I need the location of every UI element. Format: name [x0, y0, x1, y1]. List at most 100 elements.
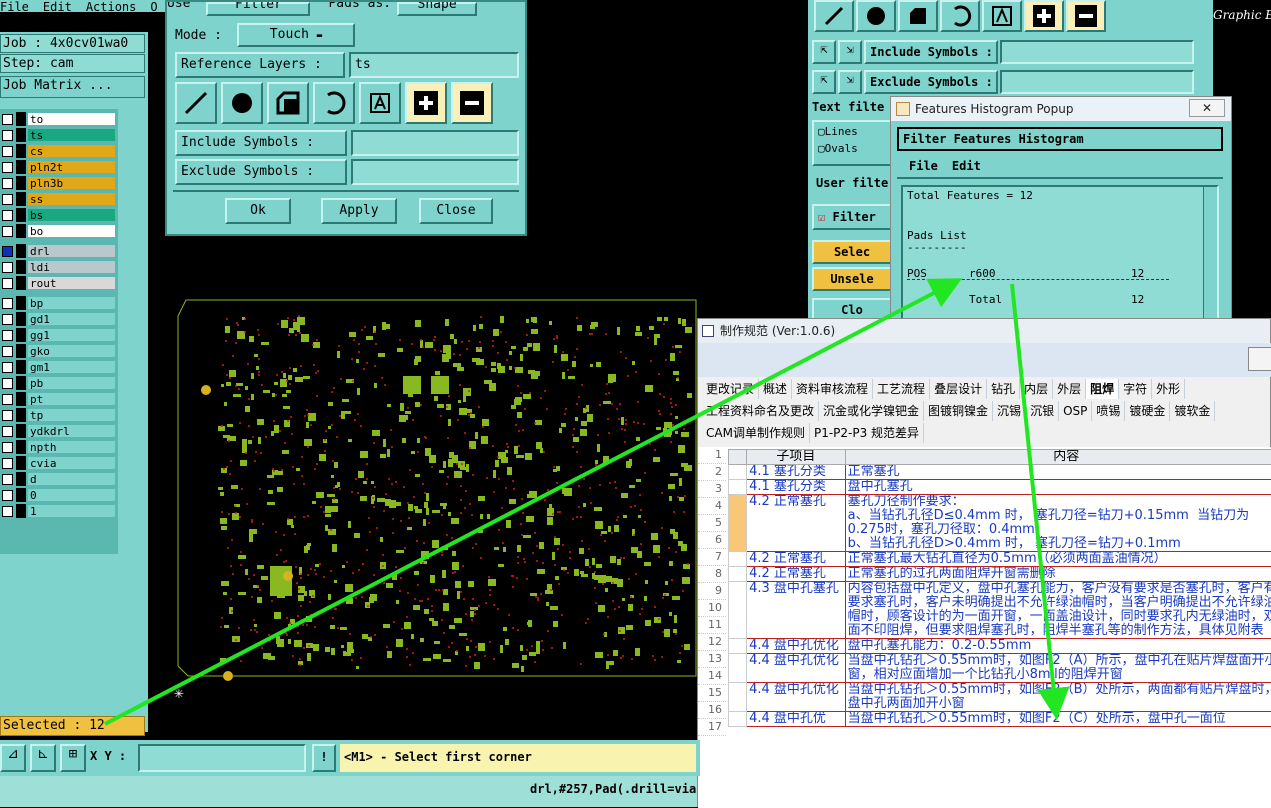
layer-row[interactable]: npth — [0, 439, 116, 455]
right-surface-button[interactable] — [898, 0, 938, 32]
layer-row[interactable]: ydkdrl — [0, 423, 116, 439]
layer-row[interactable]: rout — [0, 275, 116, 291]
layer-checkbox[interactable] — [2, 194, 13, 205]
table-row[interactable]: 4.4 盘中孔优化盘中孔塞孔能力：0.2-0.55mm — [729, 639, 1271, 654]
layer-row[interactable]: drl — [0, 243, 116, 259]
histogram-scrollbar[interactable] — [1203, 187, 1217, 319]
table-row[interactable]: 4.4 盘中孔优化当盘中孔钻孔＞0.55mm时，如图F2（B）处所示，两面都有贴… — [729, 683, 1271, 712]
spec-tab[interactable]: P1-P2-P3 规范差异 — [810, 423, 924, 443]
layer-checkbox[interactable] — [2, 262, 13, 273]
use-dropdown[interactable]: Filter — [206, 2, 310, 16]
spec-tab[interactable]: 沉锡 — [993, 401, 1026, 421]
spec-tab[interactable]: 沉金或化学镍钯金 — [819, 401, 924, 421]
layer-checkbox[interactable] — [2, 246, 13, 257]
spec-tab[interactable]: 沉银 — [1026, 401, 1059, 421]
layer-checkbox[interactable] — [2, 410, 13, 421]
unselect-button[interactable]: Unsele — [812, 267, 892, 291]
menu-actions[interactable]: Actions — [86, 0, 137, 12]
layer-checkbox[interactable] — [2, 362, 13, 373]
spec-tab[interactable]: 工艺流程 — [873, 379, 930, 399]
layer-row[interactable]: d — [0, 471, 116, 487]
surface-shape-button[interactable] — [267, 82, 309, 124]
layer-row[interactable]: bs — [0, 207, 116, 223]
arrow-se-icon[interactable]: ⇲ — [838, 70, 862, 94]
menu-edit[interactable]: Edit — [43, 0, 72, 12]
pad-shape-button[interactable] — [221, 82, 263, 124]
right-pad-button[interactable] — [856, 0, 896, 32]
layer-row[interactable]: pb — [0, 375, 116, 391]
measure-icon[interactable]: ⊾ — [30, 744, 56, 772]
layer-checkbox[interactable] — [2, 474, 13, 485]
negative-polarity-button[interactable] — [451, 82, 493, 124]
spec-tab[interactable]: 镀硬金 — [1125, 401, 1170, 421]
table-row[interactable]: 4.1 塞孔分类盘中孔塞孔 — [729, 480, 1271, 495]
pads-as-dropdown[interactable]: Shape — [397, 2, 477, 16]
apply-button[interactable]: Apply — [321, 198, 397, 224]
spec-tab[interactable]: CAM调单制作规则 — [702, 423, 810, 443]
restore-icon[interactable] — [1248, 347, 1271, 371]
reference-layers-input[interactable]: ts — [349, 52, 519, 78]
job-matrix-button[interactable]: Job Matrix ... — [0, 76, 145, 98]
spec-tab[interactable]: 外形 — [1152, 379, 1185, 399]
layer-checkbox[interactable] — [2, 458, 13, 469]
layer-checkbox[interactable] — [2, 378, 13, 389]
ok-button[interactable]: Ok — [225, 198, 291, 224]
pcb-canvas[interactable] — [148, 236, 700, 740]
select-button[interactable]: Selec — [812, 240, 892, 264]
layer-checkbox[interactable] — [2, 506, 13, 517]
right-plus-button[interactable] — [1024, 0, 1064, 32]
layer-row[interactable]: ldi — [0, 259, 116, 275]
positive-polarity-button[interactable] — [405, 82, 447, 124]
arrow-nw-icon[interactable]: ⇱ — [812, 70, 836, 94]
arc-shape-button[interactable] — [313, 82, 355, 124]
spec-tab[interactable]: 图镀铜镍金 — [924, 401, 993, 421]
menu-file[interactable]: File — [0, 0, 29, 12]
layer-row[interactable]: pln3b — [0, 175, 116, 191]
spec-tab[interactable]: 叠层设计 — [930, 379, 987, 399]
close-icon[interactable]: ✕ — [1189, 99, 1225, 117]
arrow-nw-icon[interactable]: ⇱ — [812, 40, 836, 64]
spec-tab[interactable]: 字符 — [1119, 379, 1152, 399]
spec-tab[interactable]: 外层 — [1053, 379, 1086, 399]
layer-checkbox[interactable] — [2, 278, 13, 289]
table-row[interactable]: 4.1 塞孔分类正常塞孔 — [729, 465, 1271, 480]
layer-checkbox[interactable] — [2, 442, 13, 453]
spec-tab[interactable]: 阻焊 — [1086, 379, 1119, 399]
layer-row[interactable]: to — [0, 111, 116, 127]
layer-checkbox[interactable] — [2, 330, 13, 341]
layer-row[interactable]: cs — [0, 143, 116, 159]
right-include-input[interactable] — [1000, 40, 1194, 64]
right-exclude-input[interactable] — [1000, 70, 1194, 94]
table-row[interactable]: 4.2 正常塞孔塞孔刀径制作要求： a、当钻孔孔径D≤0.4mm 时， 塞孔刀径… — [729, 495, 1271, 552]
mode-dropdown[interactable]: Touch ▬ — [237, 23, 355, 47]
histogram-menu-edit[interactable]: Edit — [952, 155, 981, 177]
table-row[interactable]: 4.2 正常塞孔正常塞孔的过孔两面阻焊开窗需删除 — [729, 567, 1271, 582]
close-button[interactable]: Close — [419, 198, 493, 224]
xy-input[interactable] — [138, 744, 306, 772]
line-shape-button[interactable] — [175, 82, 217, 124]
layer-row[interactable]: pln2t — [0, 159, 116, 175]
layer-checkbox[interactable] — [2, 162, 13, 173]
layer-checkbox[interactable] — [2, 394, 13, 405]
spec-tab[interactable]: 钻孔 — [987, 379, 1020, 399]
layer-row[interactable]: gm1 — [0, 359, 116, 375]
layer-checkbox[interactable] — [2, 314, 13, 325]
include-symbols-input[interactable] — [351, 130, 519, 156]
exclude-symbols-input[interactable] — [351, 159, 519, 185]
layer-row[interactable]: gd1 — [0, 311, 116, 327]
layer-row[interactable]: tp — [0, 407, 116, 423]
layer-checkbox[interactable] — [2, 490, 13, 501]
layer-row[interactable]: cvia — [0, 455, 116, 471]
layer-checkbox[interactable] — [2, 130, 13, 141]
spec-tab[interactable]: OSP — [1059, 401, 1092, 421]
layer-row[interactable]: ss — [0, 191, 116, 207]
text-shape-button[interactable] — [359, 82, 401, 124]
layer-checkbox[interactable] — [2, 146, 13, 157]
warning-icon[interactable]: ! — [312, 744, 336, 772]
right-arc-button[interactable] — [940, 0, 980, 32]
layer-row[interactable]: bp — [0, 295, 116, 311]
layer-row[interactable]: gko — [0, 343, 116, 359]
right-line-button[interactable] — [814, 0, 854, 32]
menu-options[interactable]: O — [150, 0, 157, 12]
spec-tab[interactable]: 镀软金 — [1170, 401, 1215, 421]
